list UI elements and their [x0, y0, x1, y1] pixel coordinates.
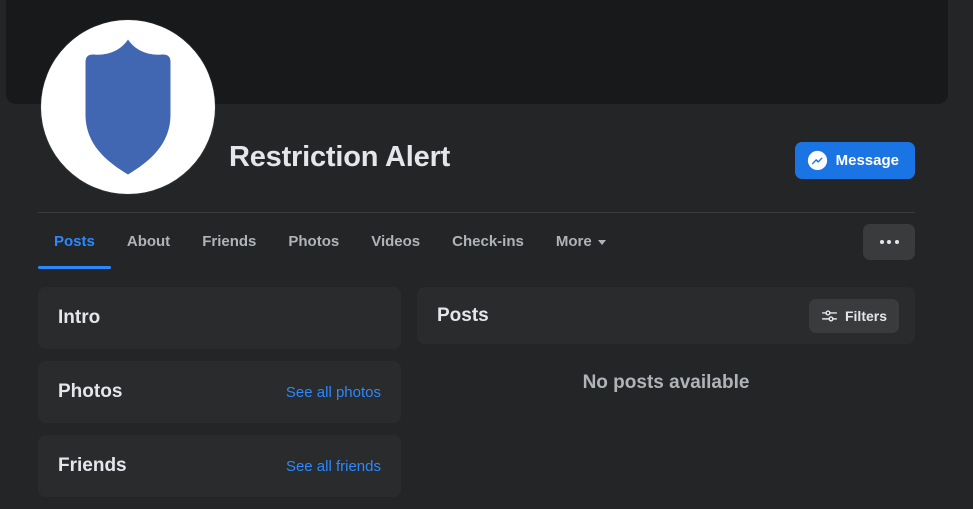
- tab-friends[interactable]: Friends: [186, 213, 272, 269]
- tab-friends-label: Friends: [202, 232, 257, 250]
- posts-column: Posts Filters No posts available: [417, 287, 915, 509]
- shield-icon: [85, 39, 171, 175]
- posts-card: Posts Filters: [417, 287, 915, 344]
- posts-empty-state: No posts available: [582, 372, 750, 393]
- profile-tabbar: Posts About Friends Photos Videos Check-…: [38, 213, 915, 269]
- photos-card: Photos See all photos: [38, 361, 401, 423]
- tab-posts[interactable]: Posts: [38, 213, 111, 269]
- sidebar-column: Intro Photos See all photos Friends See …: [38, 287, 401, 509]
- tab-check-ins-label: Check-ins: [452, 232, 524, 250]
- message-button[interactable]: Message: [794, 142, 915, 179]
- tab-about-label: About: [126, 232, 171, 250]
- filters-button[interactable]: Filters: [808, 298, 899, 333]
- ellipsis-icon: [894, 240, 899, 244]
- intro-card: Intro: [38, 287, 401, 349]
- tab-videos[interactable]: Videos: [355, 213, 436, 269]
- posts-card-title: Posts: [437, 304, 489, 326]
- sliders-icon: [821, 310, 838, 322]
- photos-card-header: Photos See all photos: [38, 361, 401, 423]
- intro-card-title: Intro: [58, 307, 101, 328]
- tab-videos-label: Videos: [371, 232, 421, 250]
- see-all-friends-link[interactable]: See all friends: [286, 458, 381, 475]
- tab-about[interactable]: About: [111, 213, 186, 269]
- ellipsis-icon: [879, 240, 884, 244]
- tab-check-ins[interactable]: Check-ins: [436, 213, 540, 269]
- friends-card: Friends See all friends: [38, 435, 401, 497]
- more-options-button[interactable]: [863, 224, 915, 260]
- profile-content: Intro Photos See all photos Friends See …: [38, 287, 915, 509]
- tab-more-label: More: [555, 232, 592, 250]
- tab-photos-label: Photos: [288, 232, 340, 250]
- profile-header: Restriction Alert Message: [0, 0, 973, 212]
- message-button-label: Message: [835, 152, 899, 169]
- tab-photos[interactable]: Photos: [272, 213, 355, 269]
- ellipsis-icon: [887, 240, 891, 244]
- posts-card-header: Posts Filters: [417, 287, 915, 344]
- filters-button-label: Filters: [844, 307, 887, 324]
- page-title: Restriction Alert: [229, 141, 451, 173]
- intro-card-header: Intro: [38, 287, 401, 349]
- see-all-photos-link[interactable]: See all photos: [286, 384, 381, 401]
- avatar[interactable]: [41, 20, 215, 194]
- tab-posts-label: Posts: [54, 232, 95, 250]
- tab-more[interactable]: More: [540, 213, 622, 269]
- chevron-down-icon: [597, 239, 606, 245]
- friends-card-title: Friends: [58, 455, 127, 476]
- messenger-icon: [807, 150, 827, 171]
- friends-card-header: Friends See all friends: [38, 435, 401, 497]
- photos-card-title: Photos: [58, 381, 123, 402]
